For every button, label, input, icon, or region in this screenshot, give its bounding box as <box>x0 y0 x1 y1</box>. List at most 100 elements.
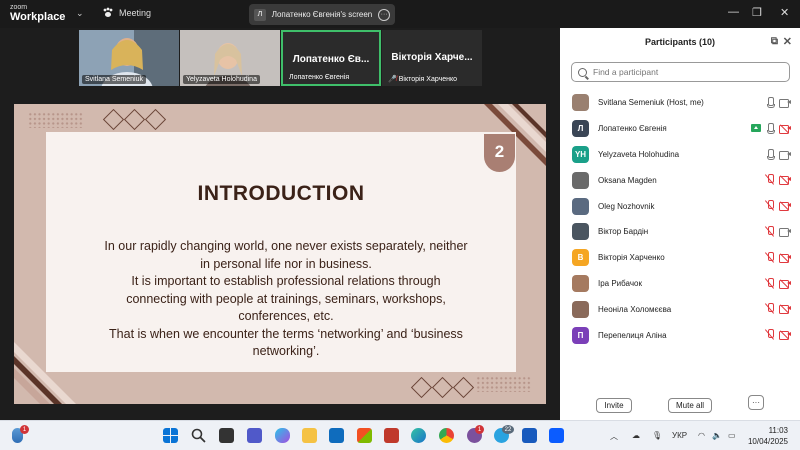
participant-row[interactable]: В Вікторія Харченко <box>560 245 800 271</box>
participant-row[interactable]: Svitlana Semeniuk (Host, me) <box>560 90 800 116</box>
tile-caption: Yelyzaveta Holohudina <box>183 75 260 84</box>
participant-avatar: Л <box>572 120 589 138</box>
outlook-icon[interactable] <box>329 428 344 443</box>
microphone-muted-icon[interactable] <box>766 174 774 185</box>
invite-button[interactable]: Invite <box>596 398 632 413</box>
screen-share-pill[interactable]: Л Лопатенко Євгенія's screen ··· <box>249 4 395 25</box>
video-strip: Svitlana Semeniuk Yelyzaveta Holohudina … <box>79 30 482 86</box>
microphone-muted-icon[interactable] <box>766 251 774 263</box>
camera-off-icon[interactable] <box>779 278 791 289</box>
screen-share-icon <box>751 124 761 133</box>
maximize-icon[interactable]: ❐ <box>752 6 762 19</box>
camera-icon[interactable] <box>779 227 791 237</box>
microphone-muted-icon[interactable] <box>766 329 774 340</box>
participant-status-icons <box>766 174 791 186</box>
microphone-icon[interactable] <box>766 122 775 134</box>
video-tile[interactable]: Yelyzaveta Holohudina <box>180 30 280 86</box>
paw-icon <box>103 7 113 17</box>
video-tile[interactable]: Svitlana Semeniuk <box>79 30 179 86</box>
chevron-down-icon[interactable]: ⌄ <box>76 8 84 19</box>
mute-all-button[interactable]: Mute all <box>668 398 712 413</box>
participant-status-icons <box>766 148 791 160</box>
edge-icon[interactable] <box>411 428 426 443</box>
file-explorer-icon[interactable] <box>302 428 317 443</box>
windows-start-icon[interactable] <box>163 428 178 443</box>
participant-row[interactable]: П Перепелиця Аліна <box>560 322 800 348</box>
participant-row[interactable]: Л Лопатенко Євгенія <box>560 116 800 142</box>
more-icon[interactable]: ··· <box>378 8 390 21</box>
participant-row[interactable]: Oleg Nozhovnik <box>560 193 800 219</box>
camera-icon[interactable] <box>779 150 791 160</box>
volume-icon[interactable]: 🔈 <box>712 431 722 440</box>
meeting-tab[interactable]: Meeting <box>102 7 151 18</box>
system-clock[interactable]: 11:03 10/04/2025 <box>748 425 788 447</box>
microphone-icon[interactable] <box>766 97 775 108</box>
participant-status-icons <box>766 251 791 263</box>
microphone-muted-icon[interactable] <box>766 225 774 237</box>
panel-title: Participants (10) <box>644 37 716 47</box>
wifi-icon[interactable]: ◠ <box>698 431 705 440</box>
battery-icon[interactable]: ▭ <box>728 431 736 440</box>
camera-off-icon[interactable] <box>779 201 791 212</box>
close-panel-icon[interactable]: ✕ <box>783 35 792 48</box>
microphone-icon[interactable] <box>766 148 775 160</box>
video-tile-active-speaker[interactable]: Лопатенко Єв... Лопатенко Євгенія <box>281 30 381 86</box>
participant-avatar: YH <box>572 145 589 163</box>
windows-taskbar: 1 1 22 ︿ ☁ 🎙 УКР ◠ 🔈 ▭ 11:03 10/04/2025 <box>0 420 800 450</box>
gift-icon[interactable] <box>384 428 399 443</box>
camera-off-icon[interactable] <box>779 253 791 263</box>
close-icon[interactable]: ✕ <box>780 6 789 19</box>
word-icon[interactable] <box>522 428 537 443</box>
notification-badge: 1 <box>20 425 29 434</box>
task-view-icon[interactable] <box>219 428 234 443</box>
participant-avatar <box>572 197 589 215</box>
zoom-logo[interactable]: zoom Workplace <box>10 4 65 23</box>
camera-off-icon[interactable] <box>779 175 791 186</box>
keyboard-language[interactable]: УКР <box>672 431 687 440</box>
participant-search[interactable] <box>571 62 790 82</box>
search-input[interactable] <box>593 67 783 77</box>
participant-list: Svitlana Semeniuk (Host, me) Л Лопатенко Є… <box>560 90 800 348</box>
cloud-icon[interactable]: ☁ <box>632 431 640 440</box>
camera-off-icon[interactable] <box>779 330 791 341</box>
store-icon[interactable] <box>357 428 372 443</box>
participant-row[interactable]: Віктор Бардін <box>560 219 800 245</box>
chrome-icon[interactable] <box>439 428 454 443</box>
notification-badge: 22 <box>502 425 514 434</box>
participant-row[interactable]: Неоніла Холомєєва <box>560 296 800 322</box>
participant-row[interactable]: Іра Рибачок <box>560 271 800 297</box>
participant-name: Svitlana Semeniuk (Host, me) <box>598 98 704 108</box>
sharer-avatar: Л <box>254 8 266 21</box>
slide-title: INTRODUCTION <box>197 182 365 205</box>
chevron-up-icon[interactable]: ︿ <box>610 431 618 442</box>
pop-out-icon[interactable]: ⧉ <box>771 36 778 47</box>
video-tile[interactable]: Вікторія Харче... 🎤̸ Вікторія Харченко <box>382 30 482 86</box>
camera-icon[interactable] <box>779 98 791 108</box>
panel-header: Participants (10) ⧉ ✕ <box>560 28 800 56</box>
brand-bottom: Workplace <box>10 11 66 23</box>
slide-body: In our rapidly changing world, one never… <box>101 238 471 361</box>
participant-status-icons <box>766 329 791 341</box>
microphone-muted-icon[interactable] <box>766 303 774 314</box>
participant-status-icons <box>766 97 791 108</box>
microphone-muted-icon[interactable] <box>766 200 774 211</box>
zoom-icon[interactable] <box>549 428 564 443</box>
notification-badge: 1 <box>475 425 484 434</box>
copilot-icon[interactable] <box>275 428 290 443</box>
search-icon[interactable] <box>191 428 206 443</box>
teams-icon[interactable] <box>247 428 262 443</box>
slide-line: conferences, etc. <box>238 309 334 323</box>
camera-off-icon[interactable] <box>779 124 791 134</box>
microphone-icon[interactable]: 🎙 <box>652 431 662 440</box>
participant-row[interactable]: Oksana Magden <box>560 167 800 193</box>
panel-footer: Invite Mute all ··· <box>560 390 800 420</box>
camera-off-icon[interactable] <box>779 304 791 315</box>
microphone-muted-icon[interactable] <box>766 277 774 289</box>
diamond-pattern <box>102 108 169 131</box>
minimize-icon[interactable]: — <box>728 6 739 18</box>
tile-caption: 🎤̸ Вікторія Харченко <box>388 75 458 84</box>
more-options-button[interactable]: ··· <box>748 395 764 410</box>
tile-big-name: Вікторія Харче... <box>391 52 473 63</box>
participant-row[interactable]: YH Yelyzaveta Holohudina <box>560 142 800 168</box>
meeting-stage: Svitlana Semeniuk Yelyzaveta Holohudina … <box>0 28 560 420</box>
